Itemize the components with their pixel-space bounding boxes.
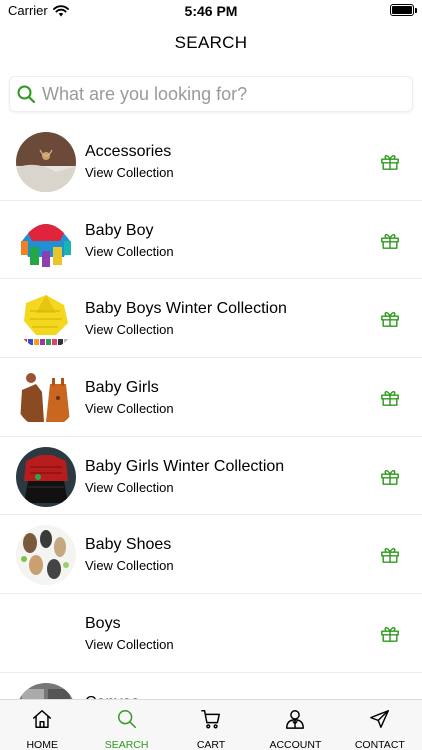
tab-account[interactable]: ACCOUNT: [253, 700, 337, 750]
tab-label: HOME: [26, 739, 58, 750]
collection-title: Baby Girls: [85, 379, 159, 397]
view-collection-label: View Collection: [85, 322, 174, 338]
collection-thumbnail: [16, 604, 76, 664]
collection-row[interactable]: Baby Boys Winter Collection View Collecti…: [0, 279, 422, 359]
collection-row[interactable]: Baby Girls View Collection: [0, 358, 422, 437]
collection-thumbnail: [16, 132, 76, 192]
collection-title: Accessories: [85, 143, 172, 160]
gift-icon: [379, 466, 401, 486]
collection-row[interactable]: Accessories View Collection: [0, 122, 422, 201]
collection-list[interactable]: Accessories View Collection Baby Boy View C…: [0, 122, 422, 700]
gift-icon: [379, 151, 401, 171]
view-collection-label: View Collection: [85, 479, 174, 495]
status-bar: Carrier 5:46 PM: [0, 0, 422, 22]
collection-title: Baby Shoes: [85, 536, 172, 554]
send-icon: [369, 708, 391, 735]
collection-thumbnail: [16, 446, 76, 507]
search-icon: [116, 708, 138, 735]
tab-bar: HOME SEARCH CART ACCOUNT CONTACT: [0, 699, 422, 750]
view-collection-label: View Collection: [85, 243, 174, 259]
collection-row[interactable]: CanvasView Collection: [0, 673, 422, 700]
tab-cart[interactable]: CART: [169, 700, 253, 750]
collection-row[interactable]: Baby Girls Winter Collection View Collect…: [0, 437, 422, 516]
view-collection-label: View Collection: [85, 401, 174, 417]
collection-title: Boys: [85, 615, 121, 633]
gift-icon: [379, 308, 401, 328]
view-collection-label: View Collection: [85, 637, 174, 653]
collection-title: Baby Boy: [85, 221, 154, 239]
tab-label: CART: [196, 739, 226, 750]
search-input[interactable]: [42, 83, 402, 105]
collection-thumbnail: [16, 289, 76, 350]
tab-contact[interactable]: CONTACT: [338, 700, 422, 750]
page-title: SEARCH: [174, 33, 248, 52]
tab-label: CONTACT: [354, 739, 405, 750]
search-icon: [17, 85, 36, 104]
collection-thumbnail: [16, 682, 76, 700]
view-collection-label: View Collection: [85, 165, 174, 180]
collection-row[interactable]: Baby Boy View Collection: [0, 201, 422, 280]
home-icon: [31, 708, 53, 735]
gift-icon: [379, 544, 401, 564]
gift-icon: [379, 623, 401, 643]
view-collection-label: View Collection: [85, 558, 174, 574]
account-icon: [284, 708, 306, 735]
collection-thumbnail: [16, 525, 76, 586]
collection-thumbnail: [16, 368, 76, 429]
tab-label: SEARCH: [104, 739, 149, 750]
tab-home[interactable]: HOME: [0, 700, 84, 750]
gift-icon: [379, 387, 401, 407]
collection-title: Baby Girls Winter Collection: [85, 457, 285, 475]
search-bar[interactable]: [9, 76, 413, 112]
gift-icon: [379, 230, 401, 250]
collection-row[interactable]: Boys View Collection: [0, 594, 422, 673]
tab-search[interactable]: SEARCH: [84, 700, 168, 750]
collection-thumbnail: [16, 210, 76, 271]
status-time: 5:46 PM: [184, 3, 238, 19]
tab-label: ACCOUNT: [269, 739, 322, 750]
cart-icon: [200, 708, 222, 735]
battery-icon: [390, 4, 417, 16]
collection-title: Baby Boys Winter Collection: [85, 300, 287, 318]
collection-row[interactable]: Baby Shoes View Collection: [0, 515, 422, 595]
